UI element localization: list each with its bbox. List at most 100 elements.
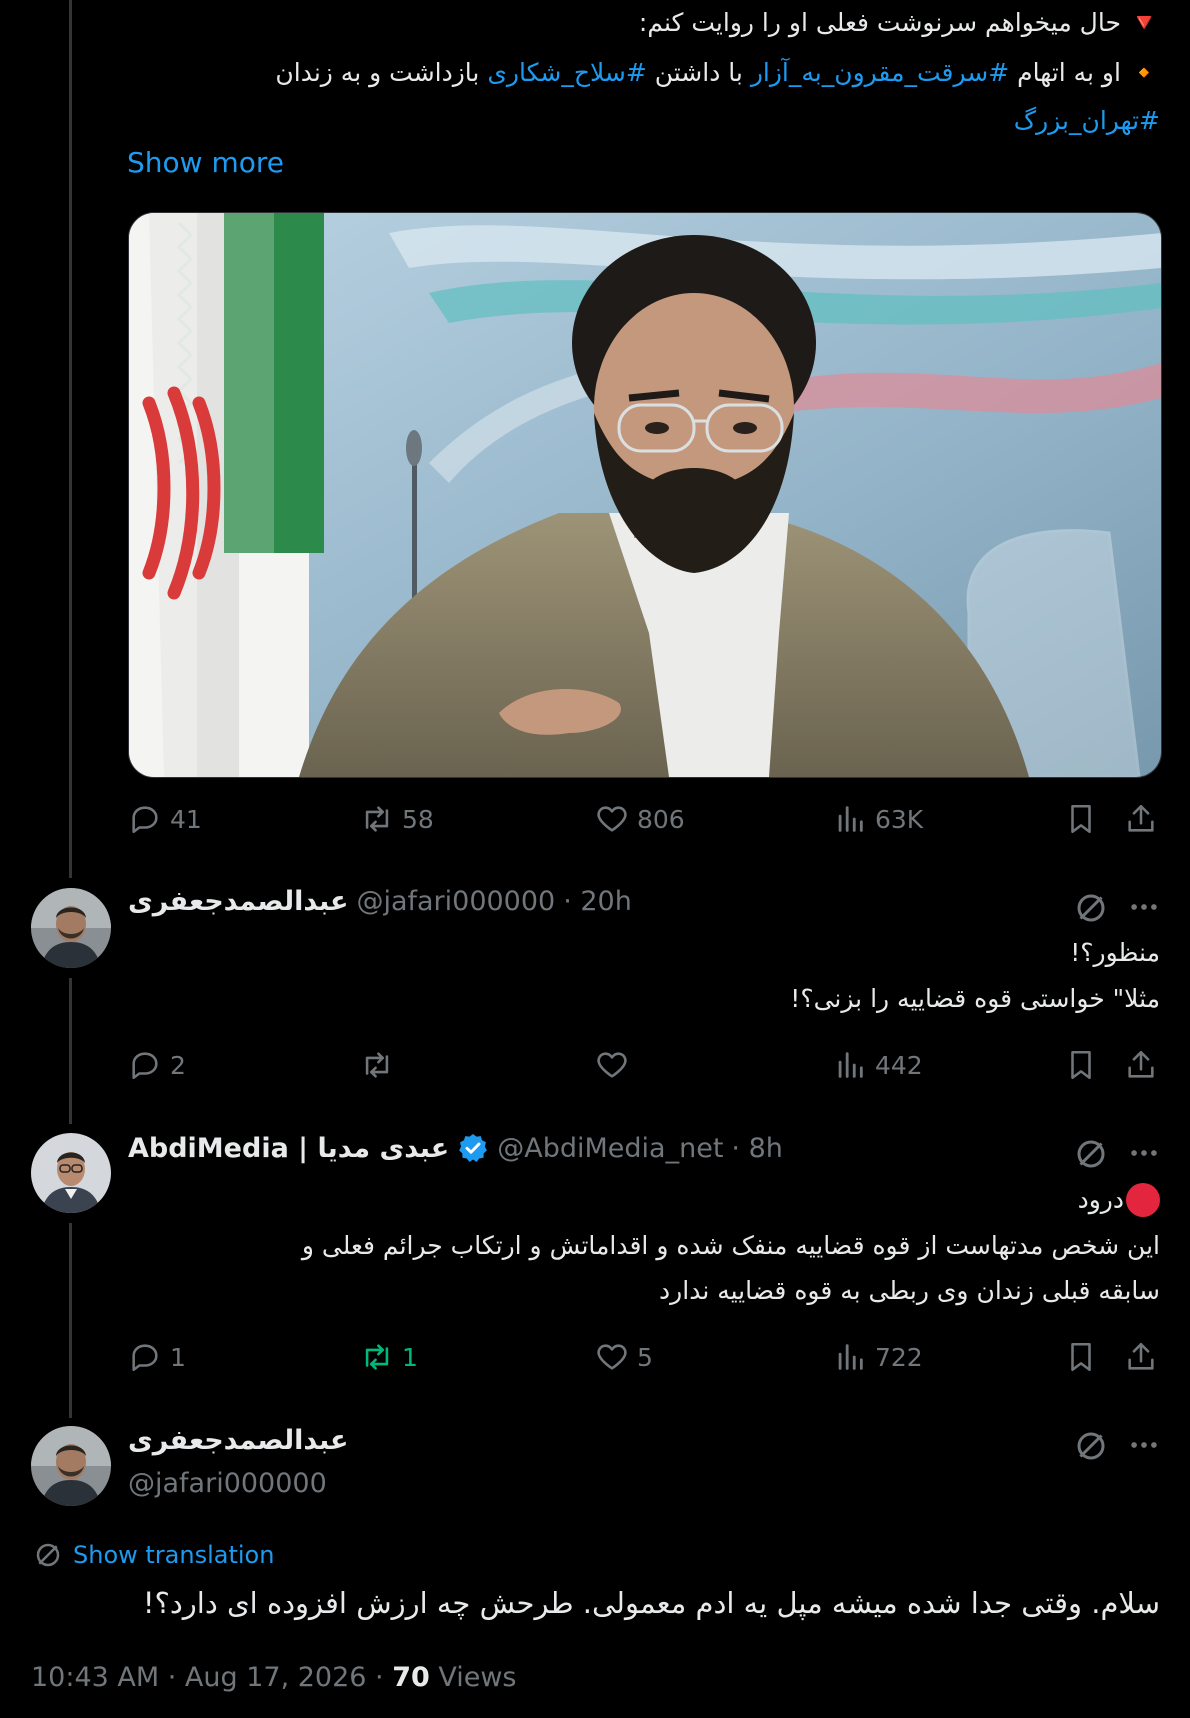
views-button[interactable]: 63K <box>833 802 923 836</box>
avatar-man-glasses-icon <box>31 1133 111 1213</box>
heart-icon <box>597 1052 627 1078</box>
share-button[interactable] <box>1124 802 1158 836</box>
post-photo[interactable] <box>128 212 1162 778</box>
focused-author-name[interactable]: عبدالصمدجعفری <box>128 1425 348 1456</box>
reply2-header: AbdiMedia | عبدی مدیا @AbdiMedia_net · 8… <box>128 1132 783 1164</box>
slash-circle-icon <box>36 1543 60 1567</box>
reply2-greeting: درود <box>1077 1185 1124 1214</box>
hashtag-link-1[interactable]: #سرقت_مقرون_به_آزار <box>751 58 1009 87</box>
show-more-link[interactable]: Show more <box>127 146 284 179</box>
repost-count: 1 <box>402 1342 418 1372</box>
reply1-text-line1: منظور؟! <box>1070 938 1160 967</box>
bookmark-icon <box>1071 1342 1091 1372</box>
bookmark-button[interactable] <box>1064 1340 1098 1374</box>
thread-line-reply2 <box>69 1223 72 1418</box>
reply-count: 2 <box>170 1050 186 1080</box>
focused-views-label: Views <box>429 1662 517 1693</box>
bookmark-icon <box>1071 1050 1091 1080</box>
share-icon <box>1128 1050 1154 1078</box>
reply-icon <box>132 1052 158 1080</box>
views-chart-icon <box>838 1052 863 1078</box>
views-count: 722 <box>875 1342 923 1372</box>
share-icon <box>1128 1342 1154 1370</box>
reply-button[interactable]: 41 <box>128 802 202 836</box>
views-count: 442 <box>875 1050 923 1080</box>
reply-button[interactable]: 2 <box>128 1048 186 1082</box>
grok-translate-button-focused[interactable] <box>1073 1428 1109 1468</box>
post-text-mid: با داشتن <box>646 58 751 87</box>
repost-icon <box>365 1052 389 1078</box>
reply2-time[interactable]: · 8h <box>731 1133 782 1164</box>
like-button[interactable]: 5 <box>595 1340 653 1374</box>
share-icon <box>1128 804 1154 832</box>
repost-button[interactable]: 58 <box>360 802 434 836</box>
show-translation-label: Show translation <box>73 1541 275 1569</box>
bookmark-button[interactable] <box>1064 1048 1098 1082</box>
reply2-handle[interactable]: @AbdiMedia_net <box>497 1133 723 1164</box>
focused-handle[interactable]: @jafari000000 <box>128 1468 327 1499</box>
reply1-header: عبدالصمدجعفری @jafari000000 · 20h <box>128 886 632 917</box>
main-post-actions: 41 58 806 63K <box>128 802 1160 842</box>
post-text-suffix: بازداشت و به زندان <box>275 58 488 87</box>
avatar-man-icon <box>31 1426 111 1506</box>
hashtag-link-2[interactable]: #سلاح_شکاری <box>487 58 646 87</box>
reply2-author-name[interactable]: AbdiMedia | عبدی مدیا <box>128 1133 449 1164</box>
avatar-reply2[interactable] <box>31 1133 111 1213</box>
share-button[interactable] <box>1124 1048 1158 1082</box>
reply1-handle[interactable]: @jafari000000 <box>356 886 555 917</box>
reply2-text-line3: سابقه قبلی زندان وی ربطی به قوه قضاییه ن… <box>659 1276 1160 1305</box>
slash-circle-icon <box>1077 894 1105 922</box>
thread-line-reply1 <box>69 978 72 1124</box>
like-count: 5 <box>637 1342 653 1372</box>
thread-line-top <box>69 0 72 878</box>
like-button[interactable]: 806 <box>595 802 685 836</box>
views-button[interactable]: 442 <box>833 1048 923 1082</box>
red-circle-emoji-icon <box>1126 1183 1160 1217</box>
post-text-prefix: 🔸 او به اتهام <box>1009 58 1160 87</box>
bookmark-icon <box>1071 804 1091 834</box>
more-dots-icon <box>1131 1442 1157 1448</box>
reply-icon <box>132 806 158 834</box>
views-chart-icon <box>838 806 863 832</box>
slash-circle-icon <box>1077 1140 1105 1168</box>
like-button[interactable] <box>595 1048 637 1082</box>
repost-button[interactable] <box>360 1048 402 1082</box>
like-count: 806 <box>637 804 685 834</box>
repost-button-active[interactable]: 1 <box>360 1340 418 1374</box>
repost-icon <box>365 806 389 832</box>
avatar-focused[interactable] <box>31 1426 111 1506</box>
grok-translate-button-reply2[interactable] <box>1073 1136 1109 1176</box>
avatar-reply1[interactable] <box>31 888 111 968</box>
focused-timestamp[interactable]: 10:43 AM · Aug 17, 2026 · <box>31 1662 392 1693</box>
show-translation-button[interactable]: Show translation <box>33 1540 274 1570</box>
avatar-man-icon <box>31 888 111 968</box>
share-button[interactable] <box>1124 1340 1158 1374</box>
reply2-actions: 1 1 5 722 <box>128 1340 1160 1380</box>
grok-translate-button-reply1[interactable] <box>1073 890 1109 930</box>
focused-post-meta: 10:43 AM · Aug 17, 2026 · 70 Views <box>31 1662 517 1693</box>
verified-badge-icon <box>459 1134 488 1162</box>
heart-icon <box>597 1344 627 1370</box>
photo-man-with-glasses-beard-iran-flag-icon <box>129 213 1161 777</box>
more-dots-icon <box>1131 1150 1157 1156</box>
reply-count: 41 <box>170 804 202 834</box>
repost-count: 58 <box>402 804 434 834</box>
views-button[interactable]: 722 <box>833 1340 923 1374</box>
focused-views-count: 70 <box>392 1662 430 1693</box>
post-text-line2: 🔸 او به اتهام #سرقت_مقرون_به_آزار با داش… <box>275 50 1160 96</box>
reply1-author-name[interactable]: عبدالصمدجعفری <box>128 886 348 917</box>
more-dots-icon <box>1131 904 1157 910</box>
bookmark-button[interactable] <box>1064 802 1098 836</box>
more-options-button-reply1[interactable] <box>1127 890 1161 928</box>
hashtag-link-3[interactable]: #تهران_بزرگ <box>1014 98 1160 144</box>
reply2-text-line1: درود <box>1078 1177 1160 1223</box>
more-options-button-reply2[interactable] <box>1127 1136 1161 1174</box>
reply-button[interactable]: 1 <box>128 1340 186 1374</box>
more-options-button-focused[interactable] <box>1127 1428 1161 1466</box>
reply1-actions: 2 442 <box>128 1048 1160 1088</box>
reply1-time[interactable]: · 20h <box>563 886 632 917</box>
reply2-text-line2: این شخص مدتهاست از قوه قضاییه منفک شده و… <box>301 1231 1160 1260</box>
views-count: 63K <box>875 804 924 834</box>
focused-post-text: سلام. وقتی جدا شده میشه مپل یه ادم معمول… <box>142 1586 1160 1620</box>
reply-count: 1 <box>170 1342 186 1372</box>
